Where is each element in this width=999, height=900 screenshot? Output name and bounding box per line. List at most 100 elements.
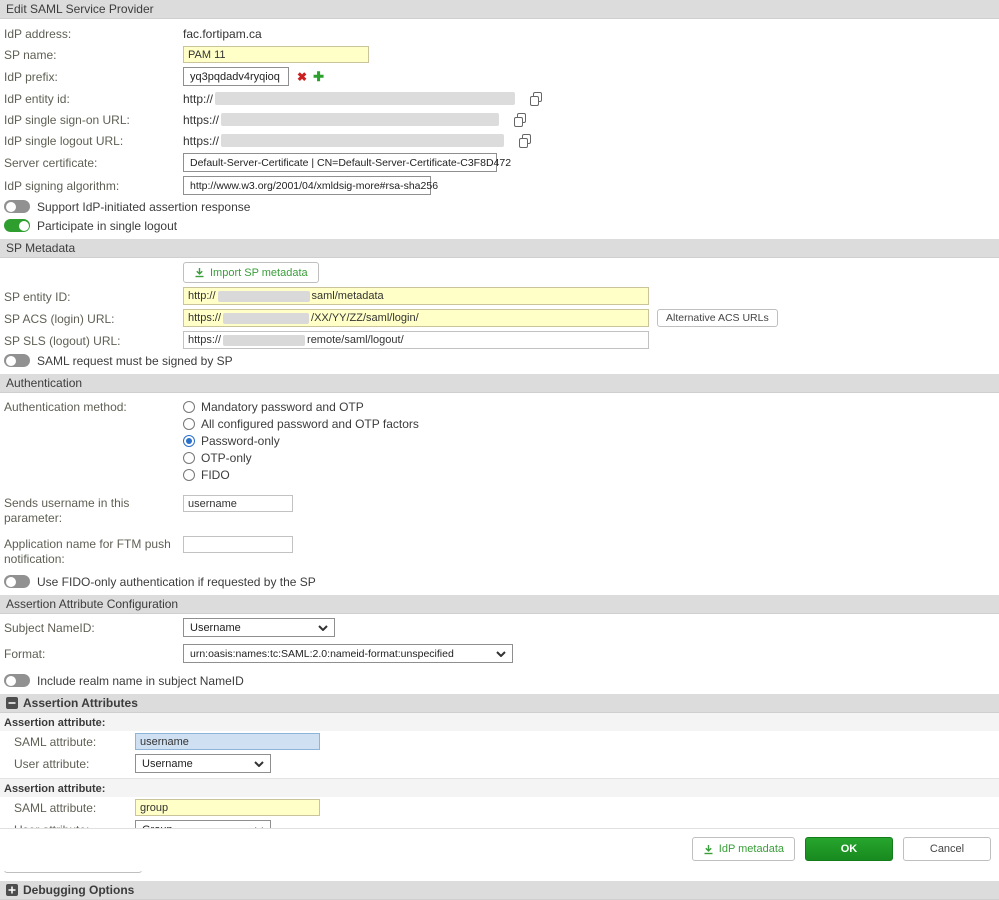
saml-attribute-input[interactable] xyxy=(135,733,320,750)
sp-entity-input[interactable]: http:// saml/metadata xyxy=(183,287,649,305)
authentication-section-bar: Authentication xyxy=(0,374,999,393)
saml-attribute-label: SAML attribute: xyxy=(14,801,135,815)
idp-sso-label: IdP single sign-on URL: xyxy=(4,112,183,127)
radio-icon[interactable] xyxy=(183,418,195,430)
delete-prefix-icon[interactable]: ✖ xyxy=(297,70,307,84)
nameid-format-select[interactable]: urn:oasis:names:tc:SAML:2.0:nameid-forma… xyxy=(183,644,513,663)
debugging-options-section-title: Debugging Options xyxy=(23,883,134,897)
subject-nameid-label: Subject NameID: xyxy=(4,620,183,635)
idp-prefix-select[interactable]: yq3pqdadv4ryqioq xyxy=(183,67,289,86)
debugging-options-section-bar[interactable]: Debugging Options xyxy=(0,881,999,900)
redacted-sp-entity xyxy=(218,291,310,302)
alternative-acs-urls-button[interactable]: Alternative ACS URLs xyxy=(657,309,778,327)
idp-address-label: IdP address: xyxy=(4,26,183,41)
copy-icon[interactable] xyxy=(513,113,527,127)
user-attribute-selected: Username xyxy=(142,758,193,770)
nameid-format-selected: urn:oasis:names:tc:SAML:2.0:nameid-forma… xyxy=(190,648,454,660)
radio-icon[interactable] xyxy=(183,401,195,413)
radio-option-selected[interactable]: Password-only xyxy=(183,433,419,449)
import-sp-metadata-row: Import SP metadata xyxy=(0,260,999,285)
saml-signed-toggle[interactable] xyxy=(4,354,30,367)
sp-metadata-section-title: SP Metadata xyxy=(6,241,75,255)
idp-signing-select[interactable]: http://www.w3.org/2001/04/xmldsig-more#r… xyxy=(183,176,431,195)
single-logout-toggle-label: Participate in single logout xyxy=(37,219,177,233)
auth-method-row: Authentication method: Mandatory passwor… xyxy=(0,395,999,485)
realm-name-toggle[interactable] xyxy=(4,674,30,687)
idp-slo-row: IdP single logout URL: https:// xyxy=(0,130,999,151)
copy-icon[interactable] xyxy=(529,92,543,106)
sp-sls-row: SP SLS (logout) URL: https:// remote/sam… xyxy=(0,329,999,351)
redacted-idp-entity xyxy=(215,92,515,105)
idp-prefix-selected: yq3pqdadv4ryqioq xyxy=(190,71,280,83)
sp-metadata-section-bar: SP Metadata xyxy=(0,239,999,258)
nameid-format-label: Format: xyxy=(4,646,183,661)
idp-metadata-button[interactable]: IdP metadata xyxy=(692,837,795,861)
username-param-input[interactable] xyxy=(183,495,293,512)
authentication-section-title: Authentication xyxy=(6,376,82,390)
radio-icon[interactable] xyxy=(183,469,195,481)
chevron-down-icon xyxy=(254,761,264,767)
cancel-button[interactable]: Cancel xyxy=(903,837,991,861)
assertion-attribute-title: Assertion attribute: xyxy=(0,713,999,731)
sp-sls-label: SP SLS (logout) URL: xyxy=(4,333,183,348)
radio-icon-selected[interactable] xyxy=(183,435,195,447)
sp-name-label: SP name: xyxy=(4,47,183,62)
subject-nameid-select[interactable]: Username xyxy=(183,618,335,637)
footer-bar: IdP metadata OK Cancel xyxy=(0,828,999,871)
idp-entity-label: IdP entity id: xyxy=(4,91,183,106)
username-param-label: Sends username in this parameter: xyxy=(4,495,183,526)
sp-name-input[interactable] xyxy=(183,46,369,63)
ok-button[interactable]: OK xyxy=(805,837,893,861)
sp-name-row: SP name: xyxy=(0,44,999,65)
assertion-attribute-group: Assertion attribute: SAML attribute: Use… xyxy=(0,713,999,779)
user-attribute-row: User attribute: Username xyxy=(0,752,999,775)
expand-icon[interactable] xyxy=(6,884,18,896)
radio-option[interactable]: All configured password and OTP factors xyxy=(183,416,419,432)
idp-sso-row: IdP single sign-on URL: https:// xyxy=(0,109,999,130)
saml-attribute-row: SAML attribute: xyxy=(0,731,999,752)
idp-entity-row: IdP entity id: http:// xyxy=(0,88,999,109)
auth-method-label: Authentication method: xyxy=(4,399,183,414)
saml-signed-toggle-label: SAML request must be signed by SP xyxy=(37,354,233,368)
page-title-bar: Edit SAML Service Provider xyxy=(0,0,999,19)
idp-address-row: IdP address: fac.fortipam.ca xyxy=(0,23,999,44)
sp-acs-input[interactable]: https:// /XX/YY/ZZ/saml/login/ xyxy=(183,309,649,327)
copy-icon[interactable] xyxy=(518,134,532,148)
realm-name-toggle-label: Include realm name in subject NameID xyxy=(37,674,244,688)
sp-acs-label: SP ACS (login) URL: xyxy=(4,311,183,326)
single-logout-toggle[interactable] xyxy=(4,219,30,232)
sp-entity-row: SP entity ID: http:// saml/metadata xyxy=(0,285,999,307)
ftm-name-input[interactable] xyxy=(183,536,293,553)
server-cert-select[interactable]: Default-Server-Certificate | CN=Default-… xyxy=(183,153,497,172)
fido-only-toggle[interactable] xyxy=(4,575,30,588)
saml-signed-toggle-row: SAML request must be signed by SP xyxy=(0,351,999,370)
idp-initiated-toggle[interactable] xyxy=(4,200,30,213)
ftm-name-label: Application name for FTM push notificati… xyxy=(4,536,183,567)
page-title: Edit SAML Service Provider xyxy=(6,2,154,16)
radio-option[interactable]: Mandatory password and OTP xyxy=(183,399,419,415)
redacted-idp-slo xyxy=(221,134,504,147)
idp-prefix-row: IdP prefix: yq3pqdadv4ryqioq ✖ ✚ xyxy=(0,65,999,88)
saml-attribute-row: SAML attribute: xyxy=(0,797,999,818)
idp-signing-selected: http://www.w3.org/2001/04/xmldsig-more#r… xyxy=(190,180,438,192)
assertion-attributes-section-title: Assertion Attributes xyxy=(23,696,138,710)
collapse-icon[interactable] xyxy=(6,697,18,709)
sp-entity-label: SP entity ID: xyxy=(4,289,183,304)
download-icon xyxy=(703,844,714,855)
radio-option[interactable]: FIDO xyxy=(183,467,419,483)
subject-nameid-selected: Username xyxy=(190,622,241,634)
add-prefix-icon[interactable]: ✚ xyxy=(313,69,324,85)
sp-sls-input[interactable]: https:// remote/saml/logout/ xyxy=(183,331,649,349)
redacted-sp-acs xyxy=(223,313,309,324)
idp-initiated-toggle-row: Support IdP-initiated assertion response xyxy=(0,197,999,216)
idp-signing-label: IdP signing algorithm: xyxy=(4,178,183,193)
idp-prefix-label: IdP prefix: xyxy=(4,69,183,84)
radio-icon[interactable] xyxy=(183,452,195,464)
saml-attribute-input[interactable] xyxy=(135,799,320,816)
assertion-attributes-section-bar[interactable]: Assertion Attributes xyxy=(0,694,999,713)
idp-signing-row: IdP signing algorithm: http://www.w3.org… xyxy=(0,174,999,197)
idp-slo-label: IdP single logout URL: xyxy=(4,133,183,148)
radio-option[interactable]: OTP-only xyxy=(183,450,419,466)
import-sp-metadata-button[interactable]: Import SP metadata xyxy=(183,262,319,283)
user-attribute-select[interactable]: Username xyxy=(135,754,271,773)
